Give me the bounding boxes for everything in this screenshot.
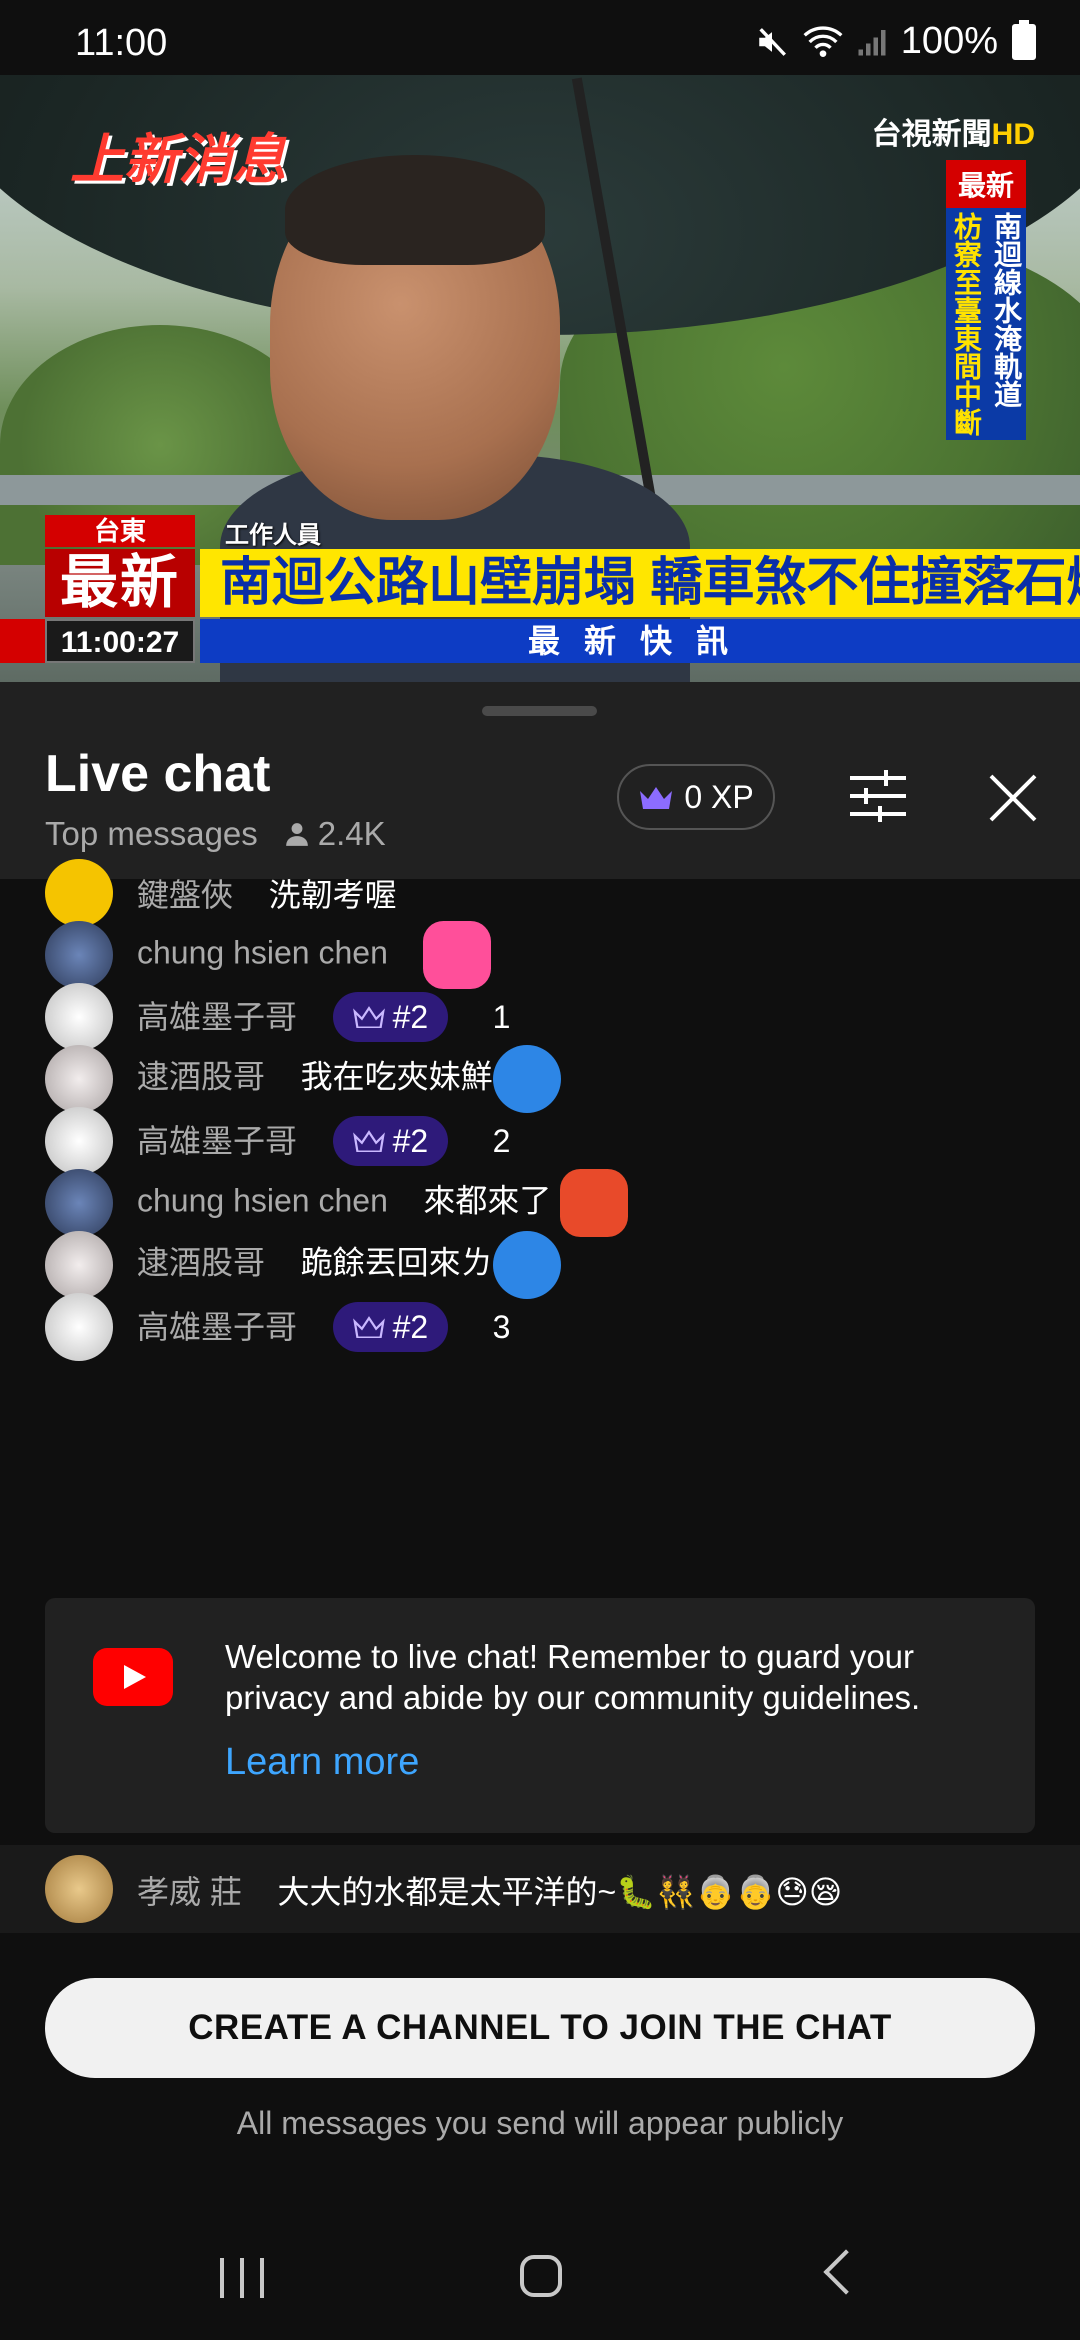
channel-logo: 台視新聞HD xyxy=(871,118,1035,151)
avatar[interactable] xyxy=(45,1293,113,1361)
chat-title: Live chat xyxy=(45,745,271,803)
message-text: 大大的水都是太平洋的~🐛👯👵👵😓😪 xyxy=(277,1874,843,1910)
message-text: 來都來了 xyxy=(423,1182,552,1219)
news-flash-bar: 最新快訊 xyxy=(200,619,1080,663)
side-news-line-1: 枋寮至臺東間中斷 xyxy=(951,212,982,436)
chat-message-list[interactable]: 鍵盤俠 洗韌考喔 chung hsien chen 高雄墨子哥 #2 1 逮酒股… xyxy=(0,859,1080,1361)
close-icon[interactable] xyxy=(985,770,1041,826)
message-text: 1 xyxy=(492,999,511,1035)
member-rank-badge: #2 xyxy=(332,992,449,1042)
message-text: 跪餘丟回來ㄌ xyxy=(300,1244,493,1281)
message-author[interactable]: 孝威 莊 xyxy=(137,1874,242,1910)
news-red-accent xyxy=(0,619,45,663)
message-author[interactable]: chung hsien chen xyxy=(137,934,388,970)
latest-message[interactable]: 孝威 莊 大大的水都是太平洋的~🐛👯👵👵😓😪 xyxy=(0,1845,1080,1933)
home-icon[interactable] xyxy=(520,2255,562,2297)
person-icon xyxy=(285,823,308,846)
news-clock: 11:00:27 xyxy=(45,619,195,663)
drag-handle[interactable] xyxy=(482,706,597,716)
message-text: 洗韌考喔 xyxy=(268,877,397,913)
news-lower-third: 台東 工作人員 最新 南迴公路山壁崩塌 轎車煞不住撞落石爆胎 11:00:27 … xyxy=(0,515,1080,682)
message-author[interactable]: chung hsien chen xyxy=(137,1182,388,1218)
crown-outline-icon xyxy=(352,1130,385,1152)
message-author[interactable]: 鍵盤俠 xyxy=(137,877,233,913)
news-speaker-role: 工作人員 xyxy=(225,522,321,549)
member-rank-badge: #2 xyxy=(332,1302,449,1352)
member-rank-badge: #2 xyxy=(332,1116,449,1166)
chat-message-row: 鍵盤俠 洗韌考喔 xyxy=(137,870,397,916)
video-person-hair xyxy=(285,155,545,265)
message-author[interactable]: 高雄墨子哥 xyxy=(137,999,297,1035)
latest-message-row: 孝威 莊 大大的水都是太平洋的~🐛👯👵👵😓😪 xyxy=(137,1867,842,1913)
message-author[interactable]: 高雄墨子哥 xyxy=(137,1123,297,1159)
news-latest-label: 最新 xyxy=(45,549,195,617)
status-time: 11:00 xyxy=(75,22,168,64)
live-chat-panel: Live chat Top messages 2.4K 0 XP 鍵盤俠 洗韌考… xyxy=(0,682,1080,2202)
youtube-logo-icon xyxy=(93,1648,173,1706)
status-icons: 100% xyxy=(755,19,1036,63)
avatar[interactable] xyxy=(45,1855,113,1923)
chat-header: Live chat Top messages 2.4K 0 XP xyxy=(0,682,1080,879)
message-text: 3 xyxy=(492,1309,511,1345)
status-bar: 11:00 100% xyxy=(0,0,1080,75)
create-channel-button[interactable]: CREATE A CHANNEL TO JOIN THE CHAT xyxy=(45,1978,1035,2078)
news-headline: 南迴公路山壁崩塌 轎車煞不住撞落石爆胎 xyxy=(200,549,1080,617)
side-news-ticker: 最新 枋寮至臺東間中斷 南迴線水淹軌道 xyxy=(946,160,1026,440)
message-author[interactable]: 逮酒股哥 xyxy=(137,1244,265,1280)
chat-message-row: 高雄墨子哥 #2 2 xyxy=(137,1116,510,1166)
battery-icon xyxy=(1012,19,1036,60)
news-location: 台東 xyxy=(45,515,195,547)
xp-label: 0 XP xyxy=(684,778,754,815)
public-messages-note: All messages you send will appear public… xyxy=(236,2105,844,2141)
crown-outline-icon xyxy=(352,1316,385,1338)
side-news-label: 最新 xyxy=(946,160,1026,208)
program-logo: 上新消息 xyxy=(70,130,286,190)
filter-settings-icon[interactable] xyxy=(848,770,908,822)
wifi-icon xyxy=(803,25,843,57)
message-author[interactable]: 高雄墨子哥 xyxy=(137,1309,297,1345)
message-text: 我在吃夾妹鮮 xyxy=(300,1058,493,1095)
chat-message-row: 高雄墨子哥 #2 3 xyxy=(137,1302,510,1352)
learn-more-link[interactable]: Learn more xyxy=(225,1741,419,1784)
side-news-line-2: 南迴線水淹軌道 xyxy=(991,212,1022,408)
back-icon[interactable] xyxy=(823,2249,869,2295)
chat-mode-label[interactable]: Top messages xyxy=(45,815,258,853)
recent-apps-icon[interactable] xyxy=(220,2258,264,2298)
message-author[interactable]: 逮酒股哥 xyxy=(137,1058,265,1094)
mute-icon xyxy=(759,27,786,56)
chat-subtitle[interactable]: Top messages 2.4K xyxy=(45,815,386,853)
xp-button[interactable]: 0 XP xyxy=(617,764,775,830)
video-player[interactable]: 上新消息 台視新聞HD 最新 枋寮至臺東間中斷 南迴線水淹軌道 台東 工作人員 … xyxy=(0,75,1080,682)
signal-icon xyxy=(858,29,886,55)
chat-message-row: 高雄墨子哥 #2 1 xyxy=(137,992,510,1042)
message-text: 2 xyxy=(492,1123,511,1159)
chat-message[interactable]: 高雄墨子哥 #2 3 xyxy=(0,1287,1080,1367)
crown-outline-icon xyxy=(352,1006,385,1028)
viewer-count: 2.4K xyxy=(284,815,386,853)
battery-percent: 100% xyxy=(900,20,998,62)
system-nav-bar xyxy=(0,2220,1080,2340)
welcome-text: Welcome to live chat! Remember to guard … xyxy=(225,1638,921,1716)
crown-icon xyxy=(640,787,673,809)
welcome-card: Welcome to live chat! Remember to guard … xyxy=(45,1598,1035,1833)
